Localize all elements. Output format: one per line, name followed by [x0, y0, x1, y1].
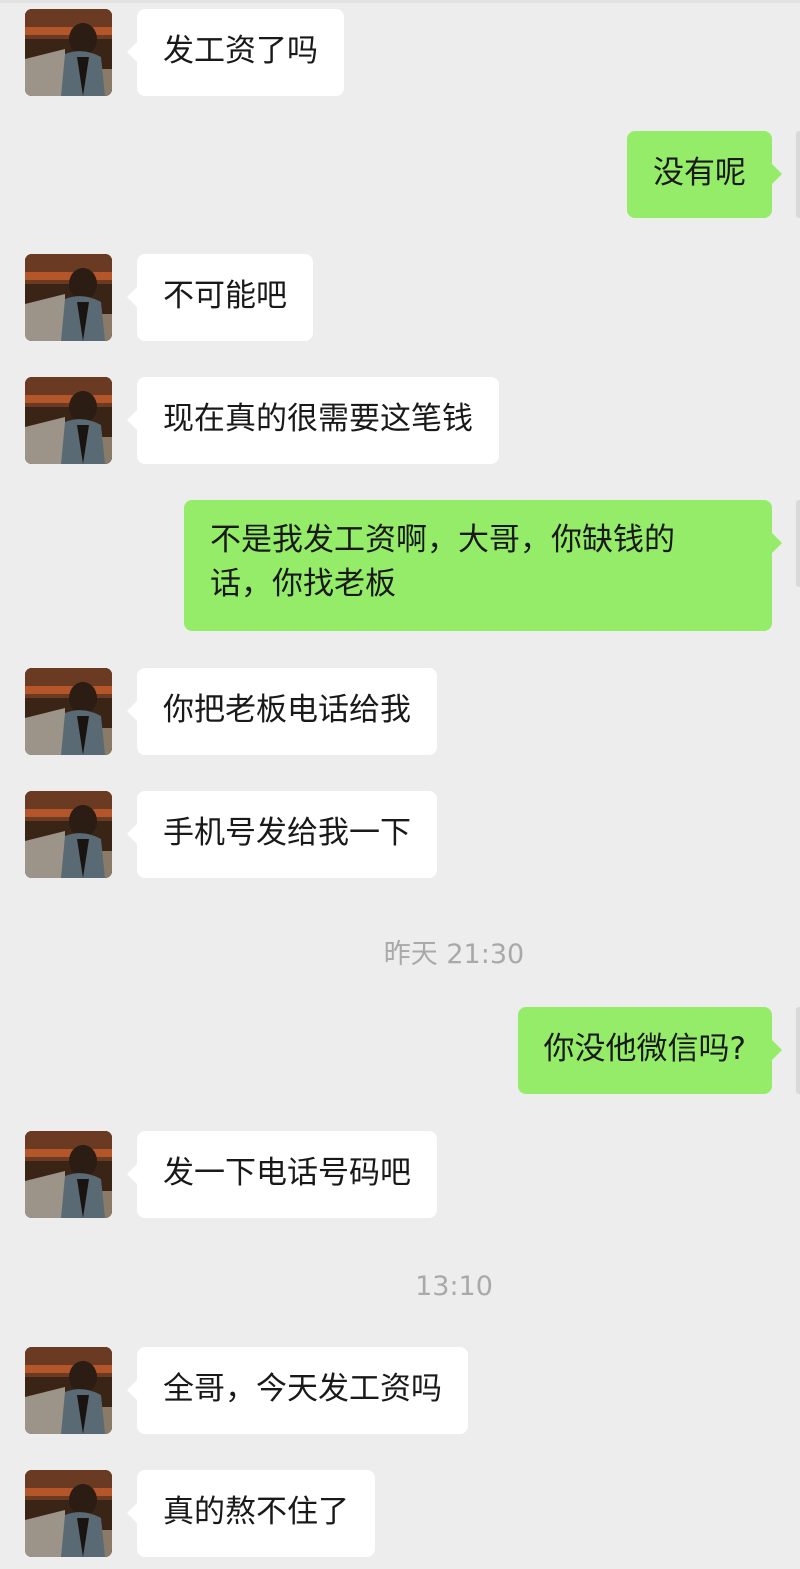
- avatar-photo-icon: [25, 1131, 112, 1218]
- incoming-message-bubble[interactable]: 发工资了吗: [127, 9, 344, 96]
- message-text: 全哥，今天发工资吗: [163, 1371, 442, 1407]
- message-text: 你没他微信吗?: [543, 1031, 746, 1067]
- avatar-photo-icon: [25, 1470, 112, 1557]
- message-text: 现在真的很需要这笔钱: [163, 401, 473, 437]
- avatar-photo-icon: [25, 9, 112, 96]
- self-avatar[interactable]: [796, 1007, 800, 1094]
- message-text: 手机号发给我一下: [163, 815, 411, 851]
- avatar-photo-icon: [25, 791, 112, 878]
- outgoing-message-bubble[interactable]: 没有呢: [627, 131, 782, 218]
- chat-timestamp: 13:10: [415, 1271, 493, 1302]
- incoming-message-bubble[interactable]: 不可能吧: [127, 254, 313, 341]
- avatar-photo-icon: [25, 1347, 112, 1434]
- message-text: 发工资了吗: [163, 33, 318, 69]
- avatar-photo-icon: [25, 254, 112, 341]
- message-text: 发一下电话号码吧: [163, 1155, 411, 1191]
- contact-avatar[interactable]: [25, 668, 112, 755]
- incoming-message-bubble[interactable]: 你把老板电话给我: [127, 668, 437, 755]
- contact-avatar[interactable]: [25, 1470, 112, 1557]
- outgoing-message-bubble[interactable]: 你没他微信吗?: [517, 1007, 783, 1094]
- contact-avatar[interactable]: [25, 791, 112, 878]
- contact-avatar[interactable]: [25, 377, 112, 464]
- incoming-message-bubble[interactable]: 现在真的很需要这笔钱: [127, 377, 499, 464]
- message-text: 真的熬不住了: [163, 1494, 349, 1530]
- incoming-message-bubble[interactable]: 真的熬不住了: [127, 1470, 375, 1557]
- incoming-message-bubble[interactable]: 手机号发给我一下: [127, 791, 437, 878]
- message-text: 没有呢: [653, 155, 746, 191]
- outgoing-message-bubble[interactable]: 不是我发工资啊，大哥，你缺钱的 话，你找老板: [184, 500, 782, 631]
- self-avatar[interactable]: [796, 500, 800, 587]
- incoming-message-bubble[interactable]: 全哥，今天发工资吗: [127, 1347, 468, 1434]
- contact-avatar[interactable]: [25, 1347, 112, 1434]
- chat-message-list[interactable]: 发工资了吗 没有呢 不可能吧 现在真的很需要这笔钱 不是我发工资啊，大哥，你缺钱…: [0, 0, 800, 1569]
- self-avatar[interactable]: [796, 131, 800, 218]
- message-text-line: 话，你找老板: [210, 566, 396, 602]
- contact-avatar[interactable]: [25, 1131, 112, 1218]
- avatar-photo-icon: [25, 668, 112, 755]
- chat-timestamp: 昨天 21:30: [383, 939, 525, 970]
- message-text: 你把老板电话给我: [163, 692, 411, 728]
- incoming-message-bubble[interactable]: 发一下电话号码吧: [127, 1131, 437, 1218]
- message-text: 不可能吧: [163, 278, 287, 314]
- contact-avatar[interactable]: [25, 9, 112, 96]
- message-text-line: 不是我发工资啊，大哥，你缺钱的: [210, 522, 675, 558]
- contact-avatar[interactable]: [25, 254, 112, 341]
- avatar-photo-icon: [25, 377, 112, 464]
